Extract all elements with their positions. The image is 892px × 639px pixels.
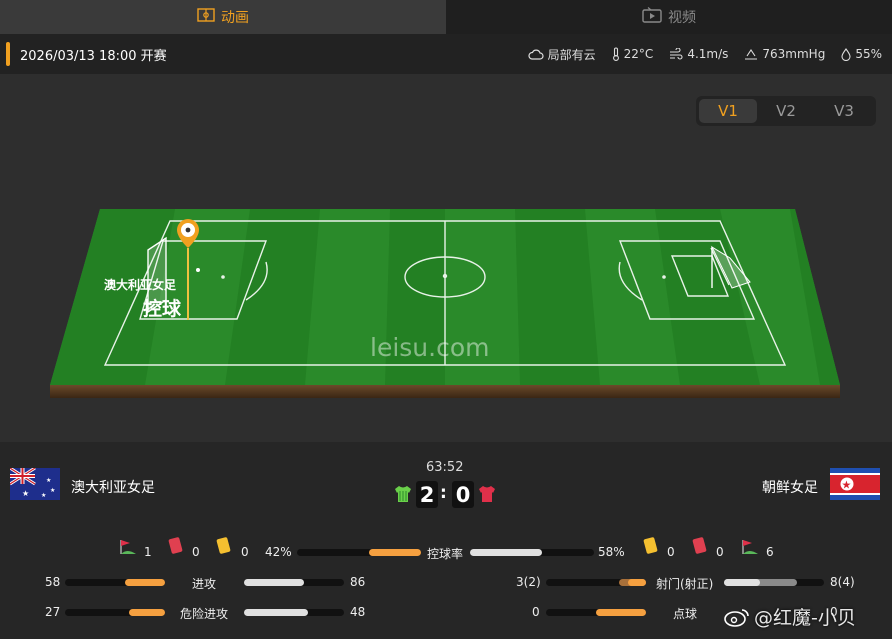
home-shots-bar <box>546 579 646 586</box>
center-spot <box>442 273 448 279</box>
svg-text:★: ★ <box>842 479 852 492</box>
right-penalty-spot <box>662 275 666 279</box>
away-score: 0 <box>452 481 474 508</box>
pitch-icon <box>197 8 215 26</box>
away-red-cards: 0 <box>716 545 724 559</box>
away-corners: 6 <box>766 545 774 559</box>
accent-marker <box>6 42 10 66</box>
weibo-icon <box>724 608 749 627</box>
weather-temp: 22°C <box>612 47 653 61</box>
home-attacks-value: 58 <box>45 575 61 589</box>
home-dangerous-bar <box>65 609 165 616</box>
weather-sky: 局部有云 <box>528 46 596 63</box>
svg-text:★: ★ <box>41 492 46 499</box>
home-dangerous-value: 27 <box>45 605 61 619</box>
tab-video-label: 视频 <box>668 10 696 26</box>
away-dangerous-bar <box>244 609 344 616</box>
shots-label: 射门(射正) <box>656 577 714 591</box>
left-penalty-spot <box>221 275 225 279</box>
away-yellow-cards: 0 <box>667 545 675 559</box>
dangerous-label: 危险进攻 <box>180 607 229 621</box>
kickoff-time: 2026/03/13 18:00 开赛 <box>20 48 167 64</box>
home-penalties-value: 0 <box>532 605 540 619</box>
australia-flag-icon: ★ ★ ★ ★ <box>10 468 60 500</box>
view-v1-button[interactable]: V1 <box>699 99 757 123</box>
home-red-cards: 0 <box>192 545 200 559</box>
cloud-icon <box>528 49 544 60</box>
view-v2-button[interactable]: V2 <box>757 99 815 123</box>
north-korea-flag-icon: ★ <box>830 468 880 500</box>
away-dangerous-value: 48 <box>350 605 366 619</box>
possession-label: 控球率 <box>427 547 464 561</box>
away-possession-value: 58% <box>598 545 625 559</box>
tab-animation[interactable]: 动画 <box>0 0 446 34</box>
away-team-name: 朝鲜女足 <box>762 480 818 496</box>
weather-wind: 4.1m/s <box>669 47 728 61</box>
home-possession-value: 42% <box>265 545 292 559</box>
ball-dot <box>196 268 200 272</box>
wind-icon <box>670 48 683 60</box>
away-attacks-bar <box>244 579 344 586</box>
away-corner-flag-icon <box>742 540 758 554</box>
thermometer-icon <box>612 47 619 61</box>
home-penalties-bar <box>546 609 646 616</box>
possession-action-label: 控球 <box>143 298 182 320</box>
tab-video[interactable]: 视频 <box>446 0 892 34</box>
svg-text:★: ★ <box>46 477 51 484</box>
tab-bar: 动画 视频 <box>0 0 892 34</box>
home-yellow-cards: 0 <box>241 545 249 559</box>
view-switch: V1 V2 V3 <box>696 96 876 126</box>
attacks-label: 进攻 <box>192 577 217 591</box>
penalties-label: 点球 <box>673 607 698 621</box>
away-attacks-value: 86 <box>350 575 366 589</box>
home-possession-bar <box>297 549 421 556</box>
home-score: 2 <box>416 481 438 508</box>
pitch-watermark: leisu.com <box>370 333 490 362</box>
view-v3-button[interactable]: V3 <box>815 99 873 123</box>
weibo-watermark: @红魔-小贝 <box>724 603 856 630</box>
home-corners: 1 <box>144 545 152 559</box>
droplet-icon <box>841 47 851 61</box>
home-attacks-bar <box>65 579 165 586</box>
weather-info: 局部有云 22°C 4.1m/s 763mmHg 55% <box>528 46 882 63</box>
away-jersey-icon <box>479 486 495 502</box>
home-corner-flag-icon <box>120 540 136 554</box>
pitch-visual <box>50 209 840 398</box>
pressure-icon <box>745 49 758 60</box>
match-info-bar: 2026/03/13 18:00 开赛 局部有云 22°C 4.1m/s 763… <box>0 34 892 74</box>
svg-text:★: ★ <box>22 489 29 498</box>
svg-text:★: ★ <box>50 487 55 494</box>
away-shots-value: 8(4) <box>830 575 855 589</box>
match-clock: 63:52 <box>426 460 464 475</box>
score-separator: : <box>440 483 447 503</box>
away-shots-bar <box>724 579 824 586</box>
video-icon <box>642 7 662 27</box>
possession-team-label: 澳大利亚女足 <box>104 278 177 292</box>
tab-animation-label: 动画 <box>221 10 249 26</box>
weather-humidity: 55% <box>841 47 882 61</box>
home-shots-value: 3(2) <box>516 575 541 589</box>
away-possession-bar <box>470 549 594 556</box>
home-jersey-icon <box>395 486 411 502</box>
weather-pressure: 763mmHg <box>744 47 825 61</box>
pitch-soil <box>50 385 840 398</box>
home-team-name: 澳大利亚女足 <box>71 480 155 496</box>
